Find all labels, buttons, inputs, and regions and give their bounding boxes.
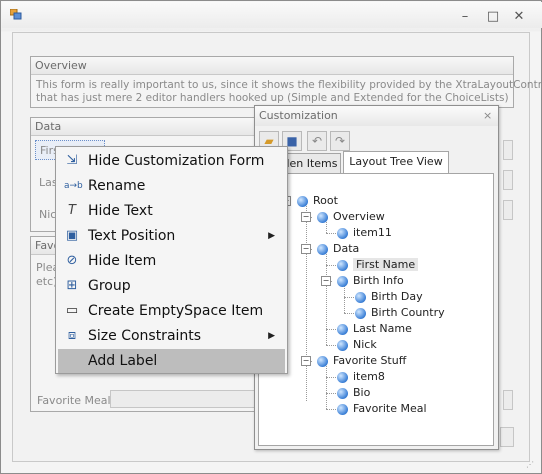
item-node-icon bbox=[337, 403, 348, 415]
collapse-overview-toggle[interactable]: − bbox=[301, 212, 311, 222]
favorite-meal-field-edge bbox=[503, 390, 513, 410]
rename-icon: a→b bbox=[64, 181, 83, 191]
resize-grip-icon[interactable]: ⋰ bbox=[526, 460, 536, 470]
tree-node-nick[interactable]: Nick bbox=[337, 338, 377, 352]
text-position-icon: ▣ bbox=[65, 228, 79, 243]
minimize-button[interactable]: – bbox=[456, 10, 474, 24]
favorite-meal-field[interactable] bbox=[110, 390, 256, 408]
tab-hidden-items[interactable]: den Items bbox=[279, 153, 341, 175]
menu-item-add-label[interactable]: Add Label bbox=[58, 349, 285, 373]
tree-node-overview[interactable]: Overview bbox=[317, 210, 385, 224]
collapse-favorite-stuff-toggle[interactable]: − bbox=[301, 356, 311, 366]
group-node-icon bbox=[317, 211, 328, 223]
maximize-button[interactable]: □ bbox=[484, 10, 502, 24]
hide-text-icon: T bbox=[68, 203, 76, 218]
overview-group-title: Overview bbox=[31, 57, 513, 75]
menu-item-text-position[interactable]: ▣ Text Position ▶ bbox=[58, 224, 285, 248]
save-icon: ■ bbox=[286, 134, 298, 148]
group-node-icon bbox=[317, 243, 328, 255]
menu-item-hide-item[interactable]: ⊘ Hide Item bbox=[58, 249, 285, 273]
redo-icon: ↷ bbox=[334, 134, 346, 148]
group-node-icon bbox=[297, 195, 308, 207]
item-node-icon bbox=[337, 387, 348, 399]
tree-node-bio[interactable]: Bio bbox=[337, 386, 370, 400]
group-node-icon bbox=[337, 275, 348, 287]
tree-node-favorite-stuff[interactable]: Favorite Stuff bbox=[317, 354, 406, 368]
tree-node-item11[interactable]: item11 bbox=[337, 226, 392, 240]
item-node-icon bbox=[355, 307, 366, 319]
tree-node-last-name[interactable]: Last Name bbox=[337, 322, 412, 336]
tree-node-birth-day[interactable]: Birth Day bbox=[355, 290, 423, 304]
overview-group: Overview This form is really important t… bbox=[30, 56, 542, 108]
nick-field-edge bbox=[503, 200, 513, 220]
customization-title: Customization bbox=[259, 109, 338, 122]
menu-item-group[interactable]: ⊞ Group bbox=[58, 274, 285, 298]
tree-node-birth-info[interactable]: Birth Info bbox=[337, 274, 404, 288]
favorite-meal-label: Favorite Meal bbox=[37, 394, 111, 407]
item-node-icon bbox=[355, 291, 366, 303]
collapse-birth-info-toggle[interactable]: − bbox=[321, 276, 331, 286]
item-node-icon bbox=[337, 227, 348, 239]
tab-layout-tree-view[interactable]: Layout Tree View bbox=[343, 151, 449, 175]
last-name-field-edge bbox=[503, 170, 513, 190]
title-bar: – □ ✕ bbox=[2, 2, 542, 28]
group-node-icon bbox=[317, 355, 328, 367]
collapse-data-toggle[interactable]: − bbox=[301, 244, 311, 254]
tree-node-birth-country[interactable]: Birth Country bbox=[355, 306, 445, 320]
tree-node-item8[interactable]: item8 bbox=[337, 370, 385, 384]
dialog-button-edge bbox=[500, 427, 514, 447]
data-group-title: Data bbox=[31, 118, 255, 136]
customization-close-button[interactable]: × bbox=[483, 106, 492, 126]
first-name-field-edge bbox=[503, 140, 513, 160]
submenu-arrow-icon: ▶ bbox=[268, 231, 275, 241]
undo-icon: ↶ bbox=[311, 134, 323, 148]
item-node-icon bbox=[337, 339, 348, 351]
customization-title-bar: Customization × bbox=[255, 106, 498, 126]
overview-text-line2: that has just mere 2 editor handlers hoo… bbox=[36, 92, 509, 104]
undo-button[interactable]: ↶ bbox=[307, 131, 327, 151]
overview-text-line1: This form is really important to us, sin… bbox=[36, 79, 542, 91]
item-node-icon bbox=[337, 259, 348, 271]
tree-node-root[interactable]: Root bbox=[297, 194, 338, 208]
redo-button[interactable]: ↷ bbox=[330, 131, 350, 151]
tree-node-first-name[interactable]: First Name bbox=[337, 258, 419, 272]
app-icon bbox=[9, 8, 22, 20]
tree-node-data[interactable]: Data bbox=[317, 242, 359, 256]
empty-space-icon: ▭ bbox=[65, 303, 79, 318]
menu-item-size-constraints[interactable]: ⧈ Size Constraints ▶ bbox=[58, 324, 285, 348]
customization-window: Customization × ▰ ■ ↶ ↷ den Items Layout… bbox=[254, 105, 499, 450]
close-button[interactable]: ✕ bbox=[510, 10, 528, 24]
item-node-icon bbox=[337, 323, 348, 335]
menu-item-hide-text[interactable]: T Hide Text bbox=[58, 199, 285, 223]
layout-tree[interactable]: − − − − − Root Overview item11 Data Firs… bbox=[258, 173, 494, 446]
hide-customization-icon: ⇲ bbox=[66, 153, 78, 168]
submenu-arrow-icon: ▶ bbox=[268, 331, 275, 341]
menu-item-create-emptyspace-item[interactable]: ▭ Create EmptySpace Item bbox=[58, 299, 285, 323]
tree-node-favorite-meal[interactable]: Favorite Meal bbox=[337, 402, 427, 416]
group-icon: ⊞ bbox=[66, 278, 78, 293]
menu-item-rename[interactable]: a→b Rename bbox=[58, 174, 285, 198]
hide-item-icon: ⊘ bbox=[66, 253, 78, 268]
size-constraints-icon: ⧈ bbox=[67, 328, 77, 343]
menu-item-hide-customization-form[interactable]: ⇲ Hide Customization Form bbox=[58, 149, 285, 173]
context-menu: ⇲ Hide Customization Form a→b Rename T H… bbox=[55, 146, 288, 374]
item-node-icon bbox=[337, 371, 348, 383]
